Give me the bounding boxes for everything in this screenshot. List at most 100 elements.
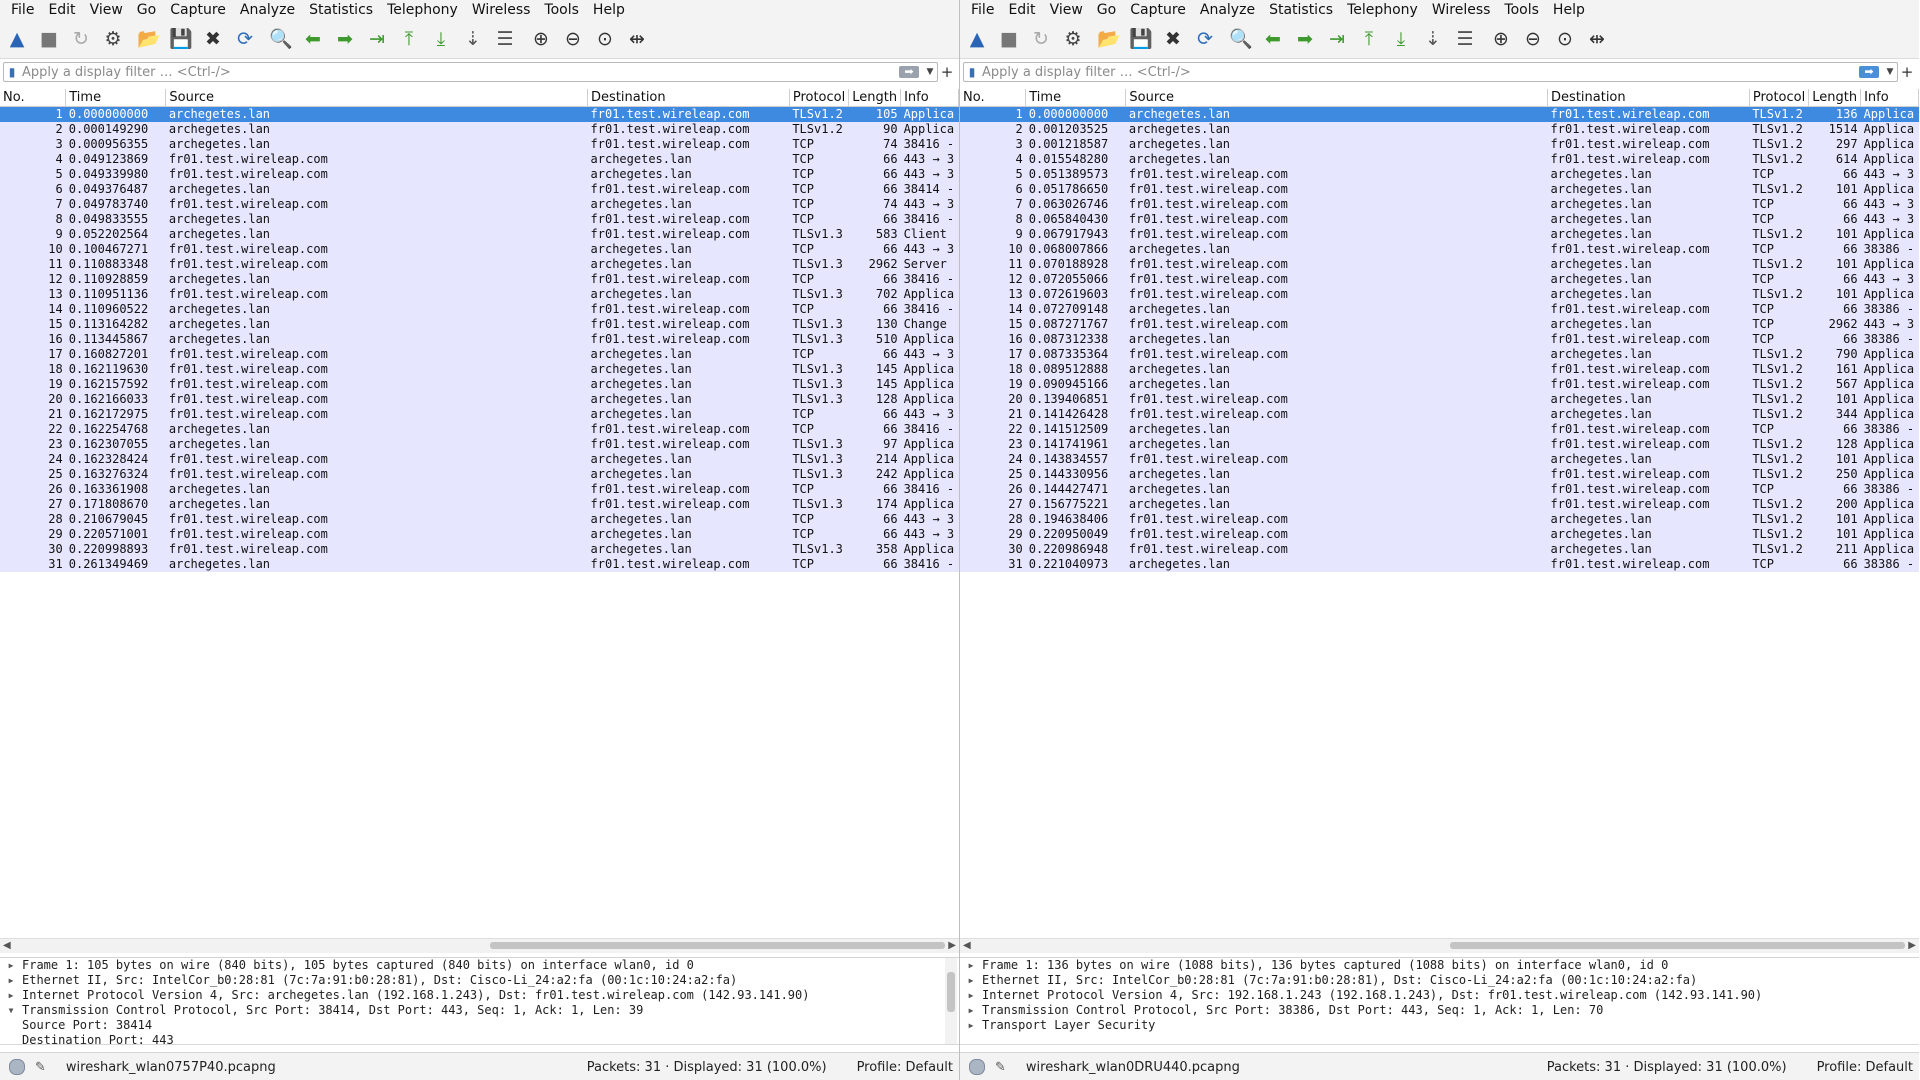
packet-row[interactable]: 22 0.141512509 archegetes.lan fr01.test.wir… bbox=[960, 422, 1919, 437]
packet-row[interactable]: 11 0.110883348 fr01.test.wireleap.com arche… bbox=[0, 257, 959, 272]
packet-row[interactable]: 14 0.110960522 archegetes.lan fr01.test.wir… bbox=[0, 302, 959, 317]
add-filter-button-icon[interactable]: + bbox=[938, 63, 956, 81]
menu-analyze[interactable]: Analyze bbox=[1193, 0, 1262, 20]
packet-row[interactable]: 13 0.110951136 fr01.test.wireleap.com arche… bbox=[0, 287, 959, 302]
menu-wireless[interactable]: Wireless bbox=[1425, 0, 1498, 20]
packet-row[interactable]: 16 0.087312338 archegetes.lan fr01.test.wir… bbox=[960, 332, 1919, 347]
packet-row[interactable]: 7 0.063026746 fr01.test.wireleap.com archeg… bbox=[960, 197, 1919, 212]
filter-bookmark-icon[interactable]: ▮ bbox=[4, 65, 20, 79]
menu-capture[interactable]: Capture bbox=[1123, 0, 1193, 20]
packet-row[interactable]: 25 0.163276324 fr01.test.wireleap.com arche… bbox=[0, 467, 959, 482]
packet-row[interactable]: 31 0.221040973 archegetes.lan fr01.test.wir… bbox=[960, 557, 1919, 572]
auto-scroll-icon[interactable]: ⇣ bbox=[1420, 26, 1446, 52]
packet-row[interactable]: 25 0.144330956 archegetes.lan fr01.test.wir… bbox=[960, 467, 1919, 482]
go-back-icon[interactable]: ⬅ bbox=[1260, 26, 1286, 52]
packet-row[interactable]: 21 0.141426428 fr01.test.wireleap.com arche… bbox=[960, 407, 1919, 422]
menu-telephony[interactable]: Telephony bbox=[1340, 0, 1425, 20]
normal-size-icon[interactable]: ⊙ bbox=[1552, 26, 1578, 52]
packet-row[interactable]: 5 0.049339980 fr01.test.wireleap.com archeg… bbox=[0, 167, 959, 182]
packet-row[interactable]: 19 0.162157592 fr01.test.wireleap.com arche… bbox=[0, 377, 959, 392]
colorize-icon[interactable]: ☰ bbox=[1452, 26, 1478, 52]
packet-row[interactable]: 8 0.049833555 archegetes.lan fr01.test.wire… bbox=[0, 212, 959, 227]
menu-statistics[interactable]: Statistics bbox=[302, 0, 380, 20]
packet-row[interactable]: 2 0.000149290 archegetes.lan fr01.test.wire… bbox=[0, 122, 959, 137]
packet-row[interactable]: 12 0.072055066 fr01.test.wireleap.com arche… bbox=[960, 272, 1919, 287]
display-filter-input[interactable] bbox=[980, 64, 1859, 80]
packet-row[interactable]: 5 0.051389573 fr01.test.wireleap.com archeg… bbox=[960, 167, 1919, 182]
packet-row[interactable]: 29 0.220950049 fr01.test.wireleap.com arche… bbox=[960, 527, 1919, 542]
details-vertical-scrollbar[interactable] bbox=[945, 958, 957, 1045]
expand-arrow-icon[interactable]: ▶ bbox=[960, 988, 982, 1003]
capture-comment-icon[interactable]: ✎ bbox=[35, 1060, 46, 1075]
packet-list-horizontal-scrollbar[interactable]: ◀ ▶ bbox=[0, 938, 959, 953]
expert-info-icon[interactable] bbox=[9, 1059, 25, 1075]
packet-row[interactable]: 10 0.100467271 fr01.test.wireleap.com arche… bbox=[0, 242, 959, 257]
expert-info-icon[interactable] bbox=[969, 1059, 985, 1075]
packet-row[interactable]: 20 0.162166033 fr01.test.wireleap.com arche… bbox=[0, 392, 959, 407]
close-file-icon[interactable]: ✖ bbox=[200, 26, 226, 52]
details-tree-item[interactable]: ▶ Ethernet II, Src: IntelCor_b0:28:81 (7c… bbox=[0, 973, 959, 988]
menu-tools[interactable]: Tools bbox=[537, 0, 586, 20]
packet-row[interactable]: 9 0.067917943 fr01.test.wireleap.com archeg… bbox=[960, 227, 1919, 242]
expand-arrow-icon[interactable]: ▶ bbox=[960, 958, 982, 973]
packet-row[interactable]: 20 0.139406851 fr01.test.wireleap.com arche… bbox=[960, 392, 1919, 407]
filter-dropdown-icon[interactable]: ▼ bbox=[923, 67, 937, 77]
menu-wireless[interactable]: Wireless bbox=[465, 0, 538, 20]
details-tree-item[interactable]: ▶ Transport Layer Security bbox=[960, 1018, 1919, 1033]
save-file-icon[interactable]: 💾 bbox=[168, 26, 194, 52]
menu-tools[interactable]: Tools bbox=[1497, 0, 1546, 20]
packet-row[interactable]: 31 0.261349469 archegetes.lan fr01.test.wir… bbox=[0, 557, 959, 572]
scroll-left-icon[interactable]: ◀ bbox=[3, 939, 11, 953]
display-filter-input[interactable] bbox=[20, 64, 899, 80]
menu-file[interactable]: File bbox=[964, 0, 1001, 20]
packet-row[interactable]: 15 0.087271767 fr01.test.wireleap.com arche… bbox=[960, 317, 1919, 332]
column-header-length[interactable]: Length bbox=[1808, 89, 1862, 107]
packet-row[interactable]: 6 0.049376487 archegetes.lan fr01.test.wire… bbox=[0, 182, 959, 197]
packet-row[interactable]: 1 0.000000000 archegetes.lan fr01.test.wire… bbox=[0, 106, 959, 122]
packet-row[interactable]: 26 0.163361908 archegetes.lan fr01.test.wir… bbox=[0, 482, 959, 497]
column-header-protocol[interactable]: Protocol bbox=[789, 89, 850, 107]
go-to-packet-icon[interactable]: ⇥ bbox=[364, 26, 390, 52]
zoom-in-icon[interactable]: ⊕ bbox=[528, 26, 554, 52]
resize-columns-icon[interactable]: ⇹ bbox=[1584, 26, 1610, 52]
expand-arrow-icon[interactable]: ▶ bbox=[0, 958, 22, 973]
packet-row[interactable]: 27 0.171808670 archegetes.lan fr01.test.wir… bbox=[0, 497, 959, 512]
zoom-out-icon[interactable]: ⊖ bbox=[1520, 26, 1546, 52]
column-header-time[interactable]: Time bbox=[1025, 89, 1127, 107]
packet-row[interactable]: 10 0.068007866 archegetes.lan fr01.test.wir… bbox=[960, 242, 1919, 257]
go-forward-icon[interactable]: ➡ bbox=[1292, 26, 1318, 52]
details-tree-item[interactable]: ▶ Frame 1: 105 bytes on wire (840 bits), … bbox=[0, 958, 959, 973]
go-back-icon[interactable]: ⬅ bbox=[300, 26, 326, 52]
packet-row[interactable]: 9 0.052202564 archegetes.lan fr01.test.wire… bbox=[0, 227, 959, 242]
zoom-out-icon[interactable]: ⊖ bbox=[560, 26, 586, 52]
packet-row[interactable]: 29 0.220571001 fr01.test.wireleap.com arche… bbox=[0, 527, 959, 542]
details-tree-item[interactable]: ▶ Transmission Control Protocol, Src Port… bbox=[960, 1003, 1919, 1018]
details-tree-item[interactable]: ▶ Internet Protocol Version 4, Src: 192.1… bbox=[960, 988, 1919, 1003]
packet-row[interactable]: 30 0.220986948 fr01.test.wireleap.com arche… bbox=[960, 542, 1919, 557]
add-filter-button-icon[interactable]: + bbox=[1898, 63, 1916, 81]
details-tree-item[interactable]: ▶ Frame 1: 136 bytes on wire (1088 bits),… bbox=[960, 958, 1919, 973]
apply-filter-icon[interactable]: ➡ bbox=[1859, 66, 1879, 78]
packet-row[interactable]: 21 0.162172975 fr01.test.wireleap.com arche… bbox=[0, 407, 959, 422]
packet-row[interactable]: 6 0.051786650 fr01.test.wireleap.com archeg… bbox=[960, 182, 1919, 197]
column-header-source[interactable]: Source bbox=[1125, 89, 1549, 107]
packet-row[interactable]: 4 0.015548280 archegetes.lan fr01.test.wire… bbox=[960, 152, 1919, 167]
details-tree-item[interactable]: ▶ Ethernet II, Src: IntelCor_b0:28:81 (7c… bbox=[960, 973, 1919, 988]
column-header-no[interactable]: No. bbox=[0, 89, 67, 107]
filter-dropdown-icon[interactable]: ▼ bbox=[1883, 67, 1897, 77]
packet-row[interactable]: 30 0.220998893 fr01.test.wireleap.com arche… bbox=[0, 542, 959, 557]
apply-filter-icon[interactable]: ➡ bbox=[899, 66, 919, 78]
start-capture-icon[interactable]: ▲ bbox=[964, 26, 990, 52]
start-capture-icon[interactable]: ▲ bbox=[4, 26, 30, 52]
packet-row[interactable]: 17 0.087335364 fr01.test.wireleap.com arche… bbox=[960, 347, 1919, 362]
resize-columns-icon[interactable]: ⇹ bbox=[624, 26, 650, 52]
packet-row[interactable]: 28 0.194638406 fr01.test.wireleap.com arche… bbox=[960, 512, 1919, 527]
packet-row[interactable]: 18 0.162119630 fr01.test.wireleap.com arche… bbox=[0, 362, 959, 377]
scroll-right-icon[interactable]: ▶ bbox=[948, 939, 956, 953]
packet-row[interactable]: 3 0.000956355 archegetes.lan fr01.test.wire… bbox=[0, 137, 959, 152]
menu-go[interactable]: Go bbox=[130, 0, 163, 20]
collapse-arrow-icon[interactable]: ▼ bbox=[0, 1003, 22, 1018]
menu-view[interactable]: View bbox=[83, 0, 130, 20]
column-header-destination[interactable]: Destination bbox=[587, 89, 790, 107]
details-tree-item[interactable]: ▼ Transmission Control Protocol, Src Port… bbox=[0, 1003, 959, 1018]
